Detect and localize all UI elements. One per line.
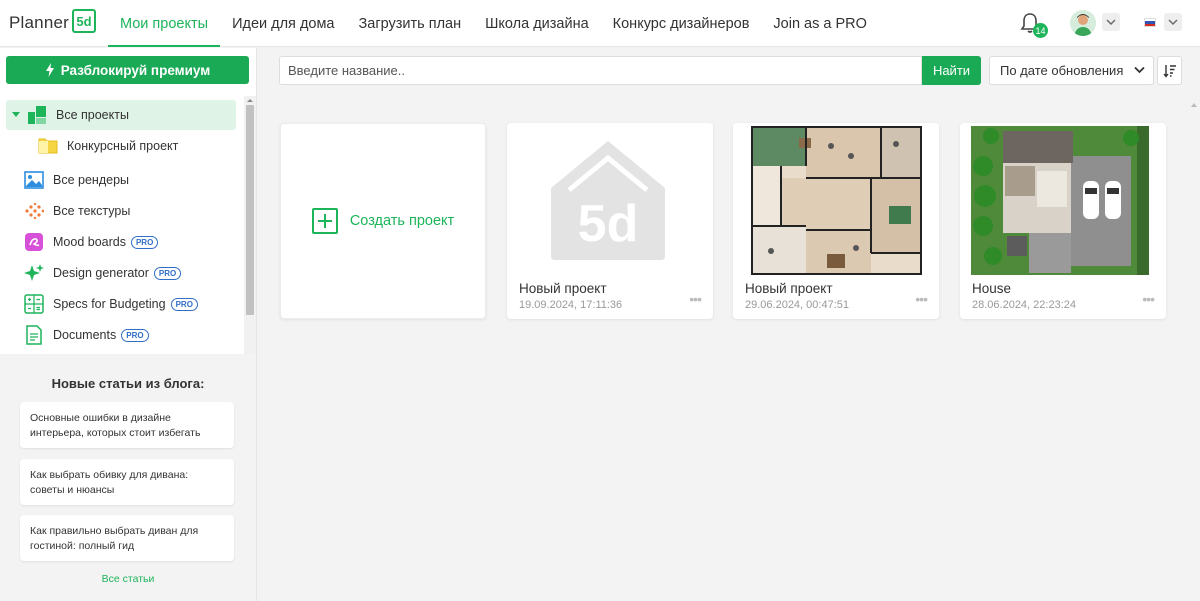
project-date: 28.06.2024, 22:23:24 (972, 299, 1076, 311)
documents-icon (24, 325, 44, 345)
sidebar-item-label: Mood boards (53, 235, 126, 249)
sort-order-button[interactable] (1157, 56, 1182, 85)
sidebar-item-all-projects[interactable]: Все проекты (6, 100, 236, 130)
logo-text: Planner (9, 13, 69, 32)
project-name: Новый проект (745, 281, 833, 296)
sidebar-item-label: Documents (53, 328, 117, 342)
scroll-up-arrow-icon[interactable] (1188, 100, 1200, 110)
blog-article-card[interactable]: Как правильно выбрать диван для гостиной… (20, 515, 234, 561)
project-card[interactable]: 5d Новый проект 19.09.2024, 17:11:36 ••• (507, 123, 713, 319)
all-articles-link[interactable]: Все статьи (0, 573, 256, 585)
nav-home-ideas[interactable]: Идеи для дома (220, 0, 346, 47)
main-scrollbar[interactable] (1188, 97, 1200, 601)
sidebar-item-label: Все проекты (56, 108, 129, 122)
folder-icon (38, 136, 58, 156)
project-name: Новый проект (519, 281, 607, 296)
search-button[interactable]: Найти (922, 56, 981, 85)
sidebar-item-label: Конкурсный проект (67, 139, 179, 153)
more-options-icon[interactable]: ••• (915, 291, 928, 307)
nav-my-projects[interactable]: Мои проекты (108, 0, 221, 47)
sidebar-item-contest-project[interactable]: Конкурсный проект (6, 131, 236, 161)
blog-title: Новые статьи из блога: (51, 376, 205, 391)
sidebar-item-mood-boards[interactable]: Mood boards PRO (6, 227, 236, 257)
all-projects-icon (27, 105, 47, 125)
floorplan-thumbnail (751, 126, 922, 275)
more-options-icon[interactable]: ••• (689, 291, 702, 307)
project-card[interactable]: House 28.06.2024, 22:23:24 ••• (960, 123, 1166, 319)
specs-icon (24, 294, 44, 314)
sort-select-value: По дате обновления (1000, 63, 1124, 78)
more-options-icon[interactable]: ••• (1142, 291, 1155, 307)
nav-join-pro[interactable]: Join as a PRO (761, 0, 879, 47)
logo-badge: 5d (72, 9, 96, 33)
blog-article-card[interactable]: Как выбрать обивку для дивана: советы и … (20, 459, 234, 505)
scroll-up-arrow-icon[interactable] (244, 96, 256, 104)
house-thumbnail (971, 126, 1149, 275)
chevron-down-icon (1168, 19, 1178, 25)
sidebar-item-label: Все текстуры (53, 204, 131, 218)
top-bar: Planner 5d Мои проекты Идеи для дома Заг… (0, 0, 1200, 47)
account-menu-button[interactable] (1102, 13, 1120, 31)
sidebar-item-design-generator[interactable]: Design generator PRO (6, 258, 236, 288)
sidebar-scrollbar-thumb[interactable] (246, 105, 254, 315)
project-search-input[interactable] (279, 56, 922, 85)
blog-article-card[interactable]: Основные ошибки в дизайне интерьера, кот… (20, 402, 234, 448)
pro-badge: PRO (121, 328, 149, 342)
planner-5d-placeholder-icon: 5d (523, 126, 694, 275)
project-thumbnail: 5d (523, 126, 694, 275)
renders-icon (24, 170, 44, 190)
mood-boards-icon (24, 232, 44, 252)
user-avatar-icon (1070, 10, 1096, 36)
project-date: 19.09.2024, 17:11:36 (519, 299, 623, 311)
sidebar-item-label: Design generator (53, 266, 149, 280)
notifications-button[interactable]: 14 (1020, 12, 1048, 38)
chevron-down-icon (1134, 66, 1145, 74)
avatar[interactable] (1070, 10, 1096, 36)
sidebar-item-all-renders[interactable]: Все рендеры (6, 165, 236, 195)
pro-badge: PRO (130, 235, 159, 249)
unlock-premium-button[interactable]: Разблокируй премиум (6, 56, 249, 84)
sidebar-item-all-textures[interactable]: Все текстуры (6, 196, 236, 226)
sidebar: Разблокируй премиум Все проекты Конкурсн… (0, 48, 257, 601)
sidebar-item-specs-budgeting[interactable]: Specs for Budgeting PRO (6, 289, 236, 319)
caret-down-icon (12, 112, 20, 117)
pro-badge: PRO (153, 266, 182, 280)
chevron-down-icon (1106, 19, 1116, 25)
plus-icon (311, 208, 338, 234)
notifications-badge: 14 (1033, 23, 1048, 38)
sidebar-item-documents[interactable]: Documents PRO (6, 320, 236, 350)
project-name: House (972, 281, 1012, 296)
main-nav: Мои проекты Идеи для дома Загрузить план… (108, 0, 879, 47)
project-thumbnail (751, 126, 922, 275)
language-menu-button[interactable] (1164, 13, 1182, 31)
svg-text:5d: 5d (578, 195, 639, 253)
sidebar-item-label: Все рендеры (53, 173, 130, 187)
sort-descending-icon (1162, 64, 1176, 78)
lightning-icon (45, 63, 54, 77)
design-generator-icon (24, 263, 44, 283)
nav-design-school[interactable]: Школа дизайна (473, 0, 601, 47)
language-flag-icon[interactable] (1144, 18, 1156, 27)
logo[interactable]: Planner 5d (9, 9, 96, 36)
unlock-premium-label: Разблокируй премиум (60, 62, 211, 78)
sidebar-item-label: Specs for Budgeting (53, 297, 166, 311)
nav-upload-plan[interactable]: Загрузить план (347, 0, 474, 47)
create-project-label: Создать проект (349, 213, 455, 229)
sort-select[interactable]: По дате обновления (989, 56, 1154, 85)
project-card[interactable]: Новый проект 29.06.2024, 00:47:51 ••• (733, 123, 939, 319)
nav-designer-contest[interactable]: Конкурс дизайнеров (601, 0, 762, 47)
textures-icon (24, 201, 44, 221)
blog-panel: Новые статьи из блога: Основные ошибки в… (0, 354, 256, 601)
pro-badge: PRO (170, 297, 198, 311)
create-project-card[interactable]: Создать проект (280, 123, 486, 319)
project-thumbnail (971, 126, 1149, 275)
project-date: 29.06.2024, 00:47:51 (745, 299, 849, 311)
